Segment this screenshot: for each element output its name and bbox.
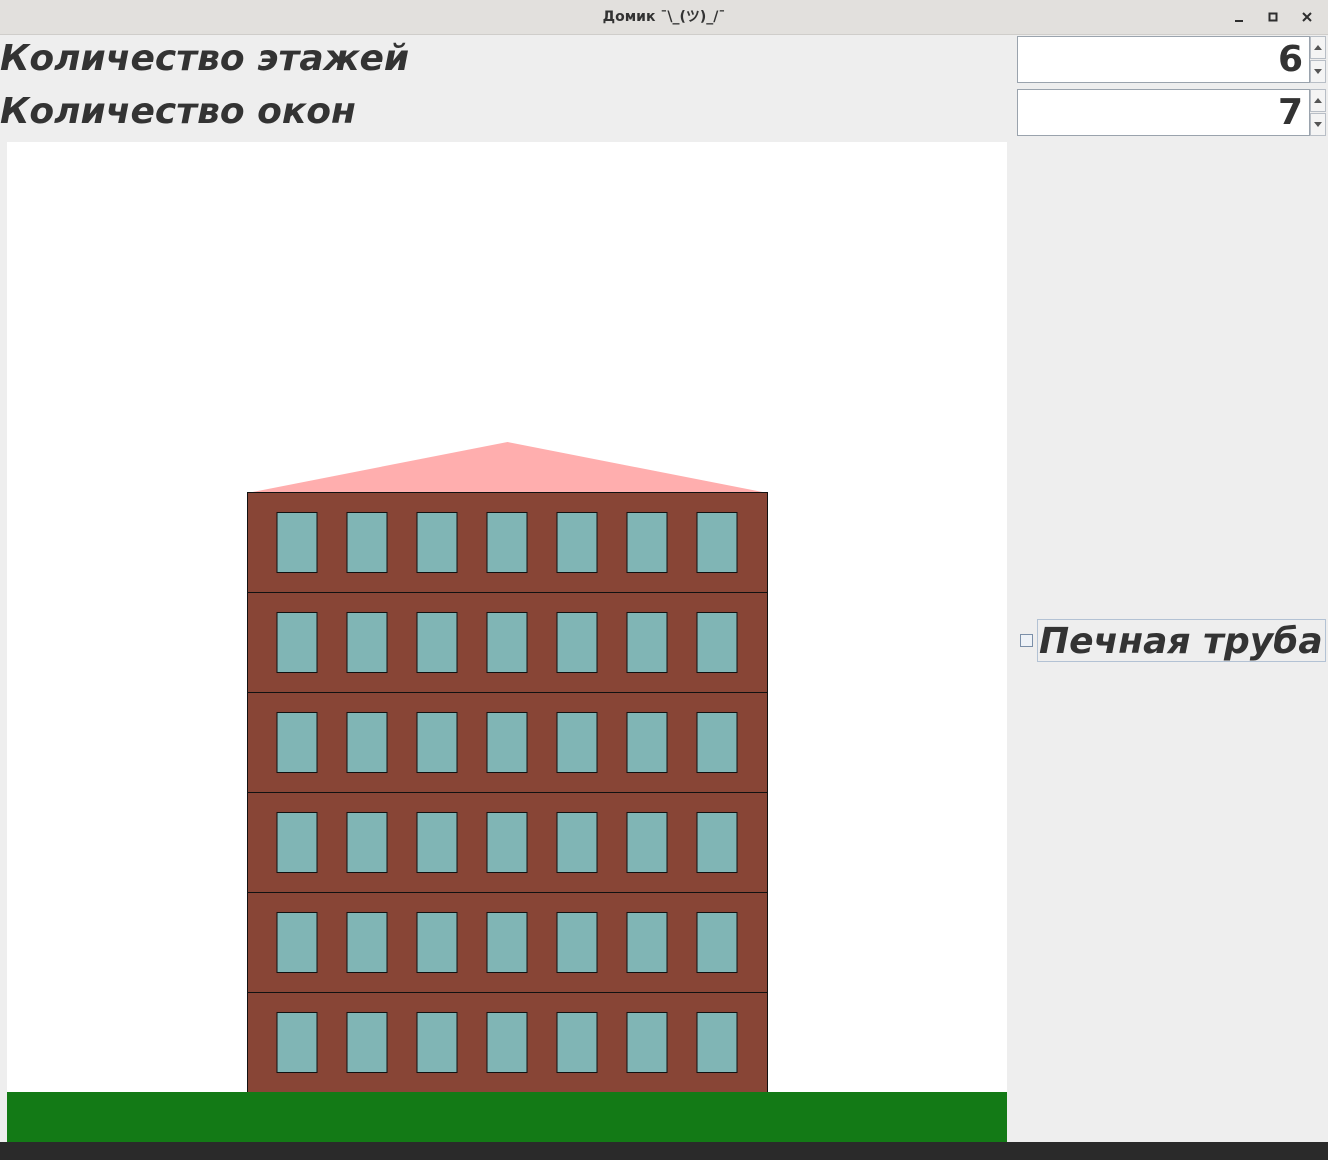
window (696, 912, 738, 973)
window (556, 512, 598, 573)
floors-input[interactable]: 6 (1017, 36, 1310, 83)
window (346, 1012, 388, 1073)
maximize-icon (1268, 12, 1278, 22)
window (276, 512, 318, 573)
window (486, 512, 528, 573)
window (486, 612, 528, 673)
window (276, 912, 318, 973)
title-bar[interactable]: Домик ¯\_(ツ)_/¯ (0, 0, 1328, 35)
arrow-up-icon (1314, 45, 1322, 50)
desktop-taskbar (0, 1142, 1328, 1160)
windows-label: Количество окон (0, 91, 356, 132)
chimney-checkbox-box[interactable] (1020, 634, 1033, 647)
window (696, 1012, 738, 1073)
window (276, 612, 318, 673)
window (626, 612, 668, 673)
window (486, 912, 528, 973)
minimize-button[interactable] (1227, 6, 1251, 28)
window (346, 912, 388, 973)
arrow-down-icon (1314, 122, 1322, 127)
window (556, 712, 598, 773)
window (416, 712, 458, 773)
window (696, 512, 738, 573)
window (416, 512, 458, 573)
ground (7, 1092, 1007, 1142)
floors-decrement-button[interactable] (1310, 60, 1326, 83)
windows-input[interactable]: 7 (1017, 89, 1310, 136)
window (626, 512, 668, 573)
window (486, 812, 528, 873)
window (346, 512, 388, 573)
window (696, 812, 738, 873)
floors-label: Количество этажей (0, 38, 410, 79)
chimney-checkbox-label[interactable]: Печная труба (1037, 619, 1326, 662)
window (626, 812, 668, 873)
window (416, 612, 458, 673)
window (416, 912, 458, 973)
window (276, 1012, 318, 1073)
window (696, 712, 738, 773)
window (556, 1012, 598, 1073)
floors-spinner: 6 (1017, 36, 1326, 83)
close-icon (1302, 12, 1312, 22)
window (276, 712, 318, 773)
window (346, 812, 388, 873)
close-button[interactable] (1295, 6, 1319, 28)
arrow-down-icon (1314, 69, 1322, 74)
window (276, 812, 318, 873)
minimize-icon (1235, 20, 1243, 22)
app-window: Домик ¯\_(ツ)_/¯ Количество этажей 6 Коли… (0, 0, 1328, 1142)
window (486, 712, 528, 773)
window (556, 912, 598, 973)
window (626, 1012, 668, 1073)
house-canvas (7, 142, 1007, 1142)
window (626, 712, 668, 773)
windows-spinner: 7 (1017, 89, 1326, 136)
window (556, 812, 598, 873)
floors-increment-button[interactable] (1310, 36, 1326, 59)
maximize-button[interactable] (1261, 6, 1285, 28)
window (696, 612, 738, 673)
arrow-up-icon (1314, 98, 1322, 103)
window (346, 712, 388, 773)
window (416, 1012, 458, 1073)
windows-increment-button[interactable] (1310, 89, 1326, 112)
window (416, 812, 458, 873)
window (626, 912, 668, 973)
window (346, 612, 388, 673)
window (556, 612, 598, 673)
window-title: Домик ¯\_(ツ)_/¯ (602, 9, 726, 25)
windows-decrement-button[interactable] (1310, 113, 1326, 136)
window (486, 1012, 528, 1073)
